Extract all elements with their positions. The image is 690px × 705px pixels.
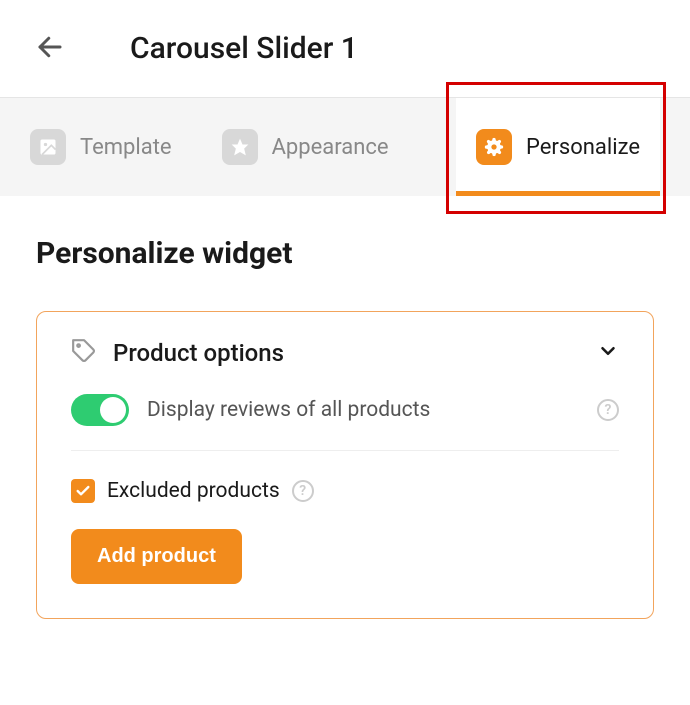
tag-icon	[71, 338, 97, 368]
image-icon	[30, 129, 66, 165]
toggle-knob	[100, 397, 126, 423]
back-button[interactable]	[30, 29, 70, 69]
help-icon[interactable]: ?	[292, 480, 314, 502]
tab-label: Personalize	[526, 135, 640, 160]
tab-label: Appearance	[272, 135, 389, 160]
display-reviews-row: Display reviews of all products ?	[71, 390, 619, 451]
arrow-left-icon	[35, 32, 65, 66]
tab-bar: Template Appearance Personalize	[0, 98, 690, 196]
tab-label: Template	[80, 135, 172, 160]
tab-personalize[interactable]: Personalize	[476, 98, 640, 196]
section-title: Personalize widget	[36, 236, 654, 271]
header: Carousel Slider 1	[0, 0, 690, 98]
help-icon[interactable]: ?	[597, 399, 619, 421]
excluded-products-label: Excluded products	[107, 479, 280, 503]
gear-icon	[476, 129, 512, 165]
display-reviews-label: Display reviews of all products	[147, 398, 579, 422]
panel-header[interactable]: Product options	[71, 338, 619, 368]
page-title: Carousel Slider 1	[130, 31, 358, 66]
panel-title: Product options	[113, 339, 581, 367]
product-options-panel: Product options Display reviews of all p…	[36, 311, 654, 619]
display-reviews-toggle[interactable]	[71, 394, 129, 426]
star-icon	[222, 129, 258, 165]
tab-appearance[interactable]: Appearance	[222, 98, 389, 196]
chevron-down-icon	[597, 340, 619, 366]
tab-template[interactable]: Template	[30, 98, 172, 196]
tab-personalize-wrap: Personalize	[456, 98, 660, 196]
add-product-button[interactable]: Add product	[71, 529, 242, 584]
excluded-products-row: Excluded products ?	[71, 479, 619, 503]
excluded-products-checkbox[interactable]	[71, 479, 95, 503]
content: Personalize widget Product options Displ…	[0, 196, 690, 659]
